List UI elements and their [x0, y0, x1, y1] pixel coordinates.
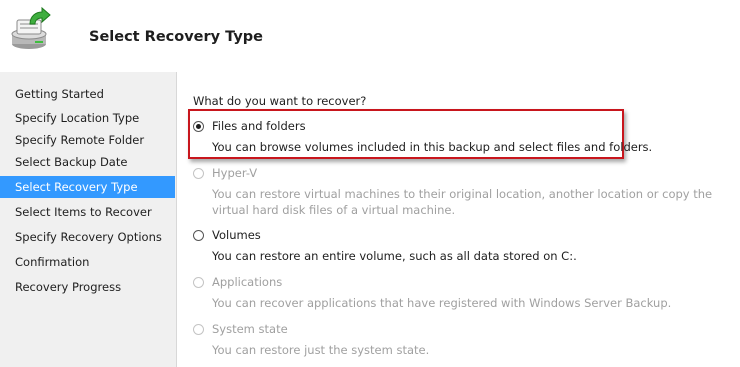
option-label: Applications	[212, 275, 283, 289]
page-title: Select Recovery Type	[89, 29, 263, 45]
backup-recovery-icon	[11, 6, 51, 49]
wizard-steps-sidebar: Getting Started Specify Location Type Sp…	[0, 72, 176, 367]
option-description: You can restore just the system state.	[212, 343, 430, 357]
step-select-items-to-recover[interactable]: Select Items to Recover	[0, 201, 175, 223]
option-label: Hyper-V	[212, 166, 258, 180]
step-specify-recovery-options[interactable]: Specify Recovery Options	[0, 226, 175, 248]
step-specify-remote-folder[interactable]: Specify Remote Folder	[0, 129, 175, 151]
radio-system-state[interactable]	[193, 324, 204, 335]
option-description: You can restore an entire volume, such a…	[212, 249, 577, 263]
radio-files-and-folders[interactable]	[193, 121, 204, 132]
option-description: You can recover applications that have r…	[212, 296, 672, 310]
radio-applications[interactable]	[193, 277, 204, 288]
option-description: You can restore virtual machines to thei…	[212, 187, 713, 217]
step-confirmation[interactable]: Confirmation	[0, 251, 175, 273]
step-select-recovery-type[interactable]: Select Recovery Type	[0, 176, 175, 198]
radio-hyper-v[interactable]	[193, 168, 204, 179]
option-label: System state	[212, 322, 288, 336]
wizard-header: Select Recovery Type	[0, 0, 740, 72]
option-description: You can browse volumes included in this …	[212, 140, 653, 154]
radio-volumes[interactable]	[193, 230, 204, 241]
step-getting-started[interactable]: Getting Started	[0, 83, 175, 105]
option-label: Files and folders	[212, 119, 306, 133]
step-select-backup-date[interactable]: Select Backup Date	[0, 151, 175, 173]
step-recovery-progress[interactable]: Recovery Progress	[0, 276, 175, 298]
main-content: What do you want to recover? Files and f…	[177, 72, 740, 367]
option-label: Volumes	[212, 228, 261, 242]
recovery-question: What do you want to recover?	[193, 94, 367, 108]
step-specify-location-type[interactable]: Specify Location Type	[0, 107, 175, 129]
